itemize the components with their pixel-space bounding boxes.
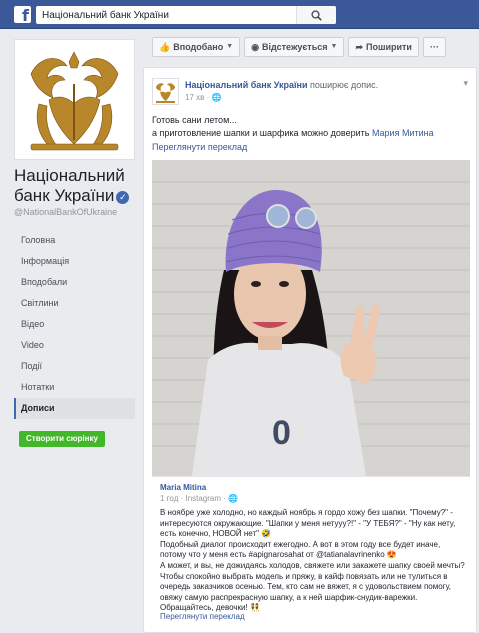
chevron-down-icon: ▼	[330, 43, 338, 50]
page-profile-photo[interactable]	[14, 39, 135, 160]
svg-text:0: 0	[272, 414, 291, 452]
post-text-line-1: Готовь сани летом...	[152, 115, 237, 125]
post-text-line-2: а приготовление шапки и шарфика можно до…	[152, 127, 468, 140]
nav-item-home[interactable]: Головна	[14, 230, 135, 251]
post-options-chevron-icon[interactable]: ▾	[463, 78, 468, 89]
nav-item-notes[interactable]: Нотатки	[14, 377, 135, 398]
page-actions: 👍 Вподобано ▼ ◉ Відстежується ▼ ➦ Пошири…	[152, 37, 446, 57]
share-label: Поширити	[365, 42, 412, 52]
shared-body: В ноябре уже холодно, но каждый ноябрь я…	[160, 508, 466, 614]
globe-icon: 🌐	[211, 93, 222, 102]
post-timestamp[interactable]: 17 хв · 🌐	[185, 93, 221, 102]
nav-item-video-ua[interactable]: Відео	[14, 314, 135, 335]
post-photo[interactable]: 0	[152, 160, 470, 476]
nav-item-likes[interactable]: Вподобали	[14, 272, 135, 293]
page-title[interactable]: Національний банк України ✓	[14, 166, 144, 206]
globe-icon: 🌐	[228, 494, 239, 503]
chevron-down-icon: ▼	[226, 43, 234, 50]
page-nav: Головна Інформація Вподобали Світлини Ві…	[14, 230, 135, 419]
post-avatar[interactable]	[152, 78, 179, 105]
create-story-button[interactable]: Створити сюрінку	[19, 431, 105, 447]
page-title-text[interactable]: Національний банк України	[14, 166, 125, 205]
nbu-logo	[19, 44, 130, 155]
see-translation-link[interactable]: Переглянути переклад	[152, 142, 247, 152]
nav-item-info[interactable]: Інформація	[14, 251, 135, 272]
search-icon	[311, 10, 322, 21]
shared-meta: 1 год · Instagram · 🌐	[160, 494, 238, 503]
like-label: Вподобано	[173, 42, 224, 52]
post-author-line: Національний банк України поширює допис.	[185, 80, 378, 90]
shared-post: Maria Mitina 1 год · Instagram · 🌐 В ноя…	[152, 476, 470, 626]
shared-see-translation-link[interactable]: Переглянути переклад	[160, 612, 245, 621]
page-handle[interactable]: @NationalBankOfUkraine	[14, 207, 117, 217]
search-input[interactable]	[36, 6, 286, 24]
shared-meta-text[interactable]: 1 год · Instagram ·	[160, 494, 228, 503]
share-arrow-icon: ➦	[355, 42, 363, 52]
shared-author-link[interactable]: Maria Mitina	[160, 483, 206, 492]
post-text: Готовь сани летом... а приготовление шап…	[152, 114, 468, 140]
search-button[interactable]	[296, 6, 336, 24]
more-button[interactable]: ···	[422, 37, 446, 57]
like-button[interactable]: 👍 Вподобано ▼	[152, 37, 241, 57]
post-author-link[interactable]: Національний банк України	[185, 80, 308, 90]
nav-item-photos[interactable]: Світлини	[14, 293, 135, 314]
share-button[interactable]: ➦ Поширити	[348, 37, 419, 57]
nav-item-events[interactable]: Події	[14, 356, 135, 377]
verified-badge-icon: ✓	[116, 191, 130, 204]
search-box	[36, 6, 336, 24]
follow-label: Відстежується	[262, 42, 328, 52]
post-time-text[interactable]: 17 хв ·	[185, 93, 211, 102]
nav-item-video[interactable]: Video	[14, 335, 135, 356]
follow-button[interactable]: ◉ Відстежується ▼	[244, 37, 345, 57]
shared-paragraph-1: В ноябре уже холодно, но каждый ноябрь я…	[160, 508, 456, 539]
facebook-logo-icon[interactable]: f	[14, 6, 31, 23]
shared-paragraph-3: А может, и вы, не дожидаясь холодов, свя…	[160, 560, 465, 613]
thumbs-up-icon: 👍	[159, 42, 171, 52]
mention-link[interactable]: Мария Митина	[372, 128, 434, 138]
post-text-line-2-text: а приготовление шапки и шарфика можно до…	[152, 128, 372, 138]
post-action-text: поширює допис.	[307, 80, 379, 90]
nav-item-posts[interactable]: Дописи	[14, 398, 135, 419]
rss-icon: ◉	[251, 42, 260, 52]
top-bar: f	[0, 0, 479, 29]
post-card: Національний банк України поширює допис.…	[143, 67, 477, 633]
shared-paragraph-2: Подобный диалог происходит ежегодно. А в…	[160, 539, 441, 560]
